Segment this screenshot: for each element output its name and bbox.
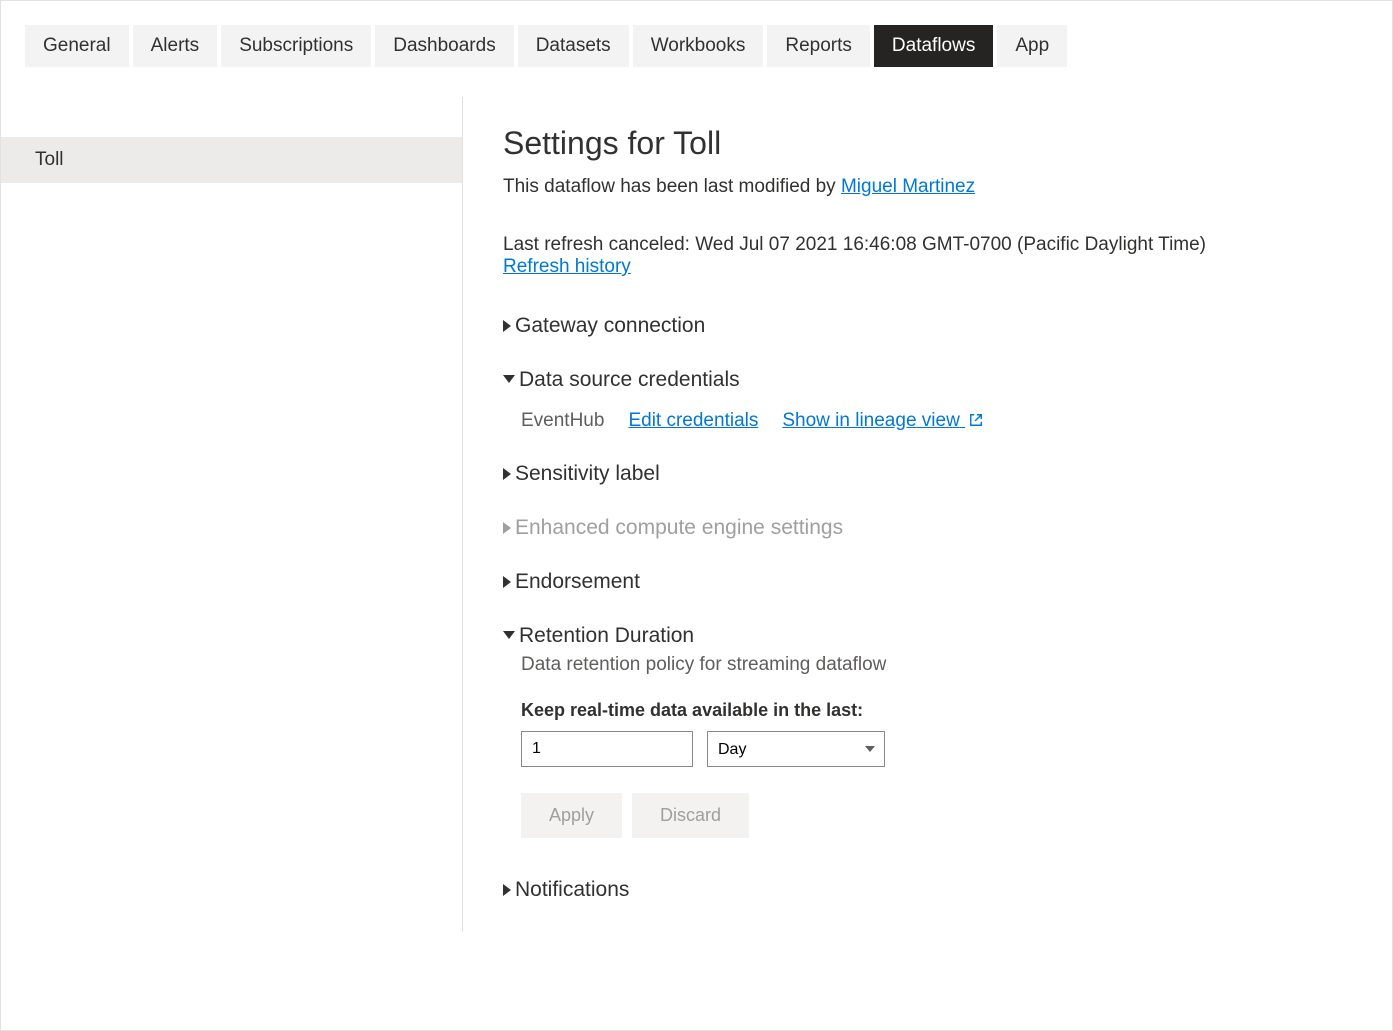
page-title: Settings for Toll [503, 125, 1352, 162]
external-link-icon [969, 413, 983, 427]
tab-bar: General Alerts Subscriptions Dashboards … [1, 1, 1392, 67]
refresh-status: Last refresh canceled: Wed Jul 07 2021 1… [503, 234, 1352, 256]
tab-general[interactable]: General [25, 25, 129, 67]
tab-reports[interactable]: Reports [767, 25, 870, 67]
show-in-lineage-link[interactable]: Show in lineage view [782, 410, 983, 432]
caret-right-icon [503, 468, 511, 480]
retention-unit-select[interactable]: Day [707, 731, 885, 767]
tab-subscriptions[interactable]: Subscriptions [221, 25, 371, 67]
modified-by-link[interactable]: Miguel Martinez [841, 176, 975, 197]
retention-field-label: Keep real-time data available in the las… [521, 700, 1352, 721]
section-gateway-connection[interactable]: Gateway connection [503, 314, 1352, 338]
sidebar-item-label: Toll [35, 149, 64, 170]
section-retention-duration[interactable]: Retention Duration [503, 624, 1352, 648]
section-sensitivity-label[interactable]: Sensitivity label [503, 462, 1352, 486]
tab-dashboards[interactable]: Dashboards [375, 25, 513, 67]
refresh-history-link[interactable]: Refresh history [503, 256, 631, 278]
sidebar-item-toll[interactable]: Toll [1, 137, 462, 183]
caret-right-icon [503, 884, 511, 896]
discard-button[interactable]: Discard [632, 793, 749, 838]
retention-value-input[interactable] [521, 731, 693, 767]
modified-by-line: This dataflow has been last modified by … [503, 176, 1352, 198]
caret-right-icon [503, 576, 511, 588]
sidebar: Toll [1, 97, 463, 932]
section-data-source-credentials[interactable]: Data source credentials [503, 368, 1352, 392]
edit-credentials-link[interactable]: Edit credentials [628, 410, 758, 432]
tab-dataflows[interactable]: Dataflows [874, 25, 993, 67]
tab-datasets[interactable]: Datasets [518, 25, 629, 67]
caret-down-icon [503, 375, 515, 383]
caret-right-icon [503, 522, 511, 534]
apply-button[interactable]: Apply [521, 793, 622, 838]
section-notifications[interactable]: Notifications [503, 878, 1352, 902]
retention-description: Data retention policy for streaming data… [521, 654, 1352, 676]
section-enhanced-compute: Enhanced compute engine settings [503, 516, 1352, 540]
tab-app[interactable]: App [997, 25, 1067, 67]
main-panel: Settings for Toll This dataflow has been… [463, 97, 1392, 932]
credential-source-name: EventHub [521, 410, 604, 432]
section-endorsement[interactable]: Endorsement [503, 570, 1352, 594]
tab-alerts[interactable]: Alerts [133, 25, 218, 67]
tab-workbooks[interactable]: Workbooks [633, 25, 764, 67]
caret-right-icon [503, 320, 511, 332]
caret-down-icon [503, 631, 515, 639]
